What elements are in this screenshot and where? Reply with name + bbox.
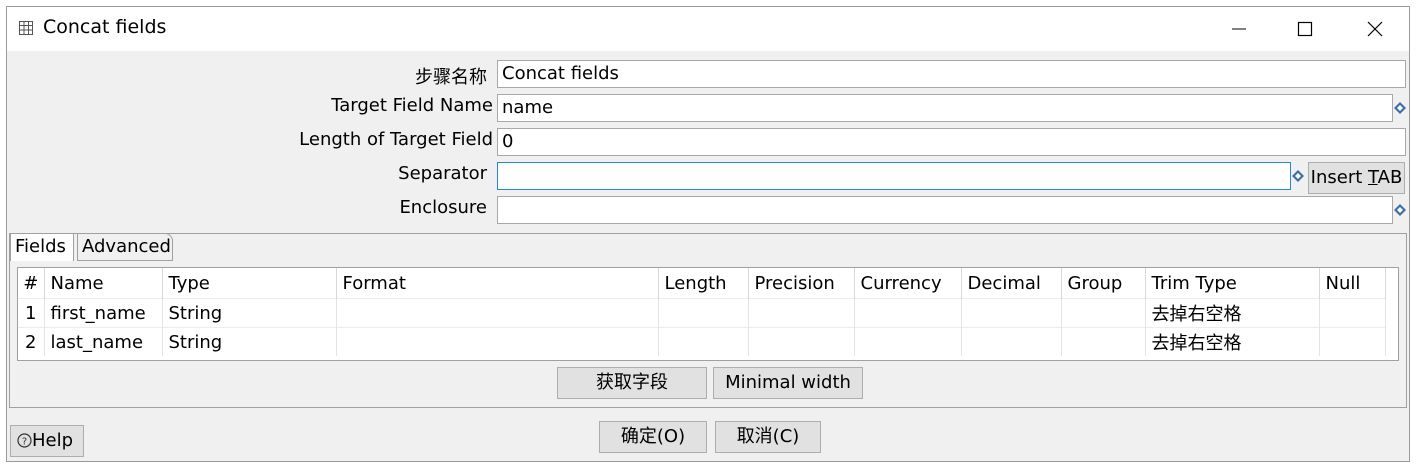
svg-text:?: ? [22, 437, 27, 448]
trim-type-cell[interactable]: 去掉右空格 [1145, 298, 1320, 328]
column-header-format[interactable]: Format [336, 268, 659, 299]
concat-fields-dialog: Concat fields 步骤名称 Concat fields Target … [6, 6, 1410, 462]
variable-diamond-icon[interactable] [1292, 170, 1304, 182]
maximize-button[interactable] [1283, 15, 1327, 43]
minimal-width-button[interactable]: Minimal width [713, 367, 863, 399]
target-field-name-input[interactable]: name [497, 94, 1393, 122]
column-header-group[interactable]: Group [1061, 268, 1146, 299]
precision-cell[interactable] [748, 298, 855, 328]
name-cell[interactable]: first_name [44, 298, 163, 328]
row-number-cell[interactable]: 2 [18, 327, 45, 356]
tab-fields[interactable]: Fields [10, 233, 74, 261]
currency-cell[interactable] [854, 327, 962, 356]
currency-cell[interactable] [854, 298, 962, 328]
format-cell[interactable] [336, 327, 659, 356]
separator-label: Separator [398, 163, 487, 184]
get-fields-button[interactable]: 获取字段 [557, 367, 707, 399]
insert-tab-button[interactable]: Insert TAB [1308, 162, 1405, 194]
column-header-trim-type[interactable]: Trim Type [1145, 268, 1320, 299]
close-icon [1367, 21, 1383, 37]
type-cell[interactable]: String [162, 327, 337, 356]
maximize-icon [1297, 21, 1313, 37]
tab-advanced[interactable]: Advanced [77, 233, 173, 261]
help-icon: ? [17, 433, 32, 448]
trim-type-cell[interactable]: 去掉右空格 [1145, 327, 1320, 356]
help-button[interactable]: ? Help [10, 425, 84, 457]
length-cell[interactable] [658, 298, 749, 328]
target-field-name-label: Target Field Name [331, 95, 493, 116]
null-cell[interactable] [1319, 298, 1386, 328]
column-header-number[interactable]: # [18, 268, 45, 299]
group-cell[interactable] [1061, 298, 1146, 328]
table-header-row: # Name Type Format Length Precision Curr… [18, 268, 1386, 299]
table-row[interactable]: 1 first_name String 去掉右空格 [18, 298, 1386, 328]
insert-tab-mnemonic: T [1368, 167, 1378, 188]
fields-table: # Name Type Format Length Precision Curr… [17, 267, 1399, 361]
column-header-decimal[interactable]: Decimal [961, 268, 1062, 299]
close-button[interactable] [1353, 15, 1397, 43]
enclosure-label: Enclosure [399, 197, 487, 218]
separator-input[interactable] [497, 162, 1291, 190]
enclosure-input[interactable] [497, 196, 1393, 224]
variable-diamond-icon[interactable] [1394, 102, 1406, 114]
decimal-cell[interactable] [961, 327, 1062, 356]
step-name-input[interactable]: Concat fields [497, 60, 1406, 88]
ok-button[interactable]: 确定(O) [599, 421, 707, 453]
column-header-precision[interactable]: Precision [748, 268, 855, 299]
row-number-cell[interactable]: 1 [18, 298, 45, 328]
decimal-cell[interactable] [961, 298, 1062, 328]
minimize-button[interactable] [1217, 15, 1261, 43]
null-cell[interactable] [1319, 327, 1386, 356]
length-of-target-field-label: Length of Target Field [299, 129, 493, 150]
column-header-length[interactable]: Length [658, 268, 749, 299]
format-cell[interactable] [336, 298, 659, 328]
column-header-type[interactable]: Type [162, 268, 337, 299]
column-header-currency[interactable]: Currency [854, 268, 962, 299]
column-header-null[interactable]: Null [1319, 268, 1386, 299]
table-row[interactable]: 2 last_name String 去掉右空格 [18, 327, 1386, 356]
precision-cell[interactable] [748, 327, 855, 356]
name-cell[interactable]: last_name [44, 327, 163, 356]
window-title: Concat fields [43, 16, 167, 38]
column-header-name[interactable]: Name [44, 268, 163, 299]
variable-diamond-icon[interactable] [1394, 204, 1406, 216]
step-name-label: 步骤名称 [415, 67, 487, 88]
table-icon [19, 21, 33, 35]
help-label: Help [32, 430, 74, 451]
title-bar: Concat fields [7, 7, 1409, 51]
type-cell[interactable]: String [162, 298, 337, 328]
insert-tab-label-prefix: Insert [1310, 167, 1369, 188]
cancel-button[interactable]: 取消(C) [715, 421, 821, 453]
length-cell[interactable] [658, 327, 749, 356]
length-of-target-field-input[interactable]: 0 [497, 128, 1406, 156]
minimize-icon [1232, 28, 1246, 30]
group-cell[interactable] [1061, 327, 1146, 356]
insert-tab-label-suffix: AB [1377, 167, 1403, 188]
